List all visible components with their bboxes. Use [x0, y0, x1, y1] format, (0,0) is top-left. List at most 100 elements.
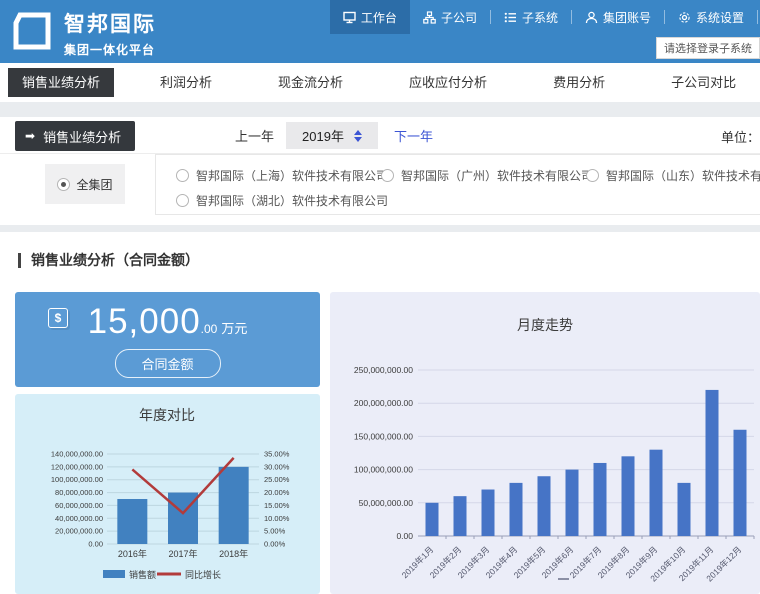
filter-row-year: ➡ 销售业绩分析 上一年 2019年 下一年 单位： [0, 117, 760, 154]
svg-text:月度走势: 月度走势 [517, 317, 573, 333]
section-button[interactable]: ➡ 销售业绩分析 [15, 121, 135, 151]
company-radio-shanghai[interactable]: 智邦国际（上海）软件技术有限公司 [176, 167, 381, 184]
tab-cashflow[interactable]: 现金流分析 [258, 68, 363, 97]
filter-row-scope: 全集团 智邦国际（上海）软件技术有限公司 智邦国际（广州）软件技术有限公司 智邦… [0, 154, 760, 224]
section-title: 销售业绩分析（合同金额） [18, 250, 199, 270]
nav-label: 系统设置 [696, 9, 744, 26]
svg-text:80,000,000.00: 80,000,000.00 [55, 488, 103, 497]
company-row: 智邦国际（上海）软件技术有限公司 智邦国际（广州）软件技术有限公司 智邦国际（山… [176, 167, 760, 184]
title-tick-bar [18, 253, 21, 268]
svg-text:50,000,000.00: 50,000,000.00 [359, 498, 414, 508]
svg-text:100,000,000.00: 100,000,000.00 [354, 465, 413, 475]
company-label: 智邦国际（上海）软件技术有限公司 [196, 167, 388, 184]
nav-item-subsidiary[interactable]: 子公司 [410, 0, 490, 34]
svg-text:20,000,000.00: 20,000,000.00 [55, 527, 103, 536]
svg-text:100,000,000.00: 100,000,000.00 [51, 475, 103, 484]
subsystem-icon [504, 11, 517, 24]
tab-expense[interactable]: 费用分析 [533, 68, 625, 97]
subsidiary-icon [423, 11, 436, 24]
company-label: 智邦国际（湖北）软件技术有限公司 [196, 192, 388, 209]
unit-label: 单位： [721, 127, 760, 146]
radio-icon [381, 169, 394, 182]
tab-receivable-payable[interactable]: 应收应付分析 [389, 68, 507, 97]
monthly-trend-chart: 月度走势 0.00 50,000,000.00 100,000,000.00 150,0… [330, 292, 760, 594]
year-navigation: 上一年 2019年 下一年 [235, 122, 433, 149]
svg-text:150,000,000.00: 150,000,000.00 [354, 431, 413, 441]
svg-text:销售额: 销售额 [129, 569, 156, 580]
app-window: 智邦国际 集团一体化平台 工作台 子公司 [0, 0, 760, 594]
nav-item-group-account[interactable]: 集团账号 [572, 0, 664, 34]
header: 智邦国际 集团一体化平台 工作台 子公司 [0, 0, 760, 63]
tab-subsidiary-compare[interactable]: 子公司对比 [651, 68, 756, 97]
brand-subtitle: 集团一体化平台 [64, 41, 156, 58]
svg-text:30.00%: 30.00% [264, 462, 290, 471]
year-select-value: 2019年 [302, 126, 344, 145]
svg-text:0.00%: 0.00% [264, 540, 286, 549]
annual-comparison-chart: 年度对比 0.00 20,000,000.00 40,000,000.00 60,000… [15, 394, 320, 594]
svg-text:5.00%: 5.00% [264, 527, 286, 536]
settings-gear-icon [678, 11, 691, 24]
company-radio-guangzhou[interactable]: 智邦国际（广州）软件技术有限公司 [381, 167, 586, 184]
filter-panel: ➡ 销售业绩分析 上一年 2019年 下一年 单位： 全集团 [0, 117, 760, 225]
section-button-label: 销售业绩分析 [43, 127, 121, 146]
nav-label: 子系统 [522, 9, 558, 26]
login-subsystem-button[interactable]: 请选择登录子系统 [656, 37, 760, 59]
brand-text: 智邦国际 集团一体化平台 [64, 8, 156, 58]
company-radio-hubei[interactable]: 智邦国际（湖北）软件技术有限公司 [176, 192, 381, 209]
section-title-text: 销售业绩分析（合同金额） [31, 250, 199, 270]
svg-text:120,000,000.00: 120,000,000.00 [51, 462, 103, 471]
nav-label: 集团账号 [603, 9, 651, 26]
company-radio-group: 智邦国际（上海）软件技术有限公司 智邦国际（广州）软件技术有限公司 智邦国际（山… [155, 154, 760, 215]
contract-amount-card: $ 15,000.00万元 合同金额 [15, 292, 320, 387]
radio-icon [176, 194, 189, 207]
svg-text:0.00: 0.00 [88, 540, 103, 549]
svg-text:同比增长: 同比增长 [185, 569, 221, 580]
spinner-updown-icon[interactable] [354, 130, 362, 142]
tab-profit[interactable]: 利润分析 [140, 68, 232, 97]
svg-text:15.00%: 15.00% [264, 501, 290, 510]
svg-text:140,000,000.00: 140,000,000.00 [51, 450, 103, 459]
logo-icon [10, 11, 52, 55]
next-year-link[interactable]: 下一年 [394, 126, 433, 145]
svg-text:2018年: 2018年 [219, 548, 248, 559]
radio-icon [176, 169, 189, 182]
top-nav: 工作台 子公司 子系统 集团账号 [330, 0, 758, 34]
prev-year-link[interactable]: 上一年 [235, 126, 274, 145]
svg-text:年度对比: 年度对比 [139, 407, 195, 423]
nav-item-workbench[interactable]: 工作台 [330, 0, 410, 34]
brand: 智邦国际 集团一体化平台 [10, 8, 156, 58]
svg-text:250,000,000.00: 250,000,000.00 [354, 365, 413, 375]
brand-title: 智邦国际 [64, 8, 156, 38]
arrow-right-icon: ➡ [25, 129, 35, 143]
contract-amount-button[interactable]: 合同金额 [114, 349, 220, 378]
nav-label: 工作台 [361, 9, 397, 26]
svg-text:60,000,000.00: 60,000,000.00 [55, 501, 103, 510]
contract-amount-value: 15,000.00万元 [15, 302, 320, 342]
year-select[interactable]: 2019年 [286, 122, 378, 149]
company-label: 智邦国际（山东）软件技术有限公司 [606, 167, 760, 184]
main-content: 销售业绩分析（合同金额） $ 15,000.00万元 合同金额 年度对比 0.00… [0, 232, 760, 594]
svg-text:40,000,000.00: 40,000,000.00 [55, 514, 103, 523]
nav-separator [757, 10, 758, 24]
svg-text:20.00%: 20.00% [264, 488, 290, 497]
nav-item-subsystem[interactable]: 子系统 [491, 0, 571, 34]
nav-item-settings[interactable]: 系统设置 [665, 0, 757, 34]
radio-icon [586, 169, 599, 182]
company-radio-shandong[interactable]: 智邦国际（山东）软件技术有限公司 [586, 167, 760, 184]
svg-text:10.00%: 10.00% [264, 514, 290, 523]
svg-text:35.00%: 35.00% [264, 450, 290, 459]
company-label: 智邦国际（广州）软件技术有限公司 [401, 167, 593, 184]
company-row: 智邦国际（湖北）软件技术有限公司 [176, 192, 760, 209]
svg-text:2017年: 2017年 [168, 548, 197, 559]
svg-text:0.00: 0.00 [396, 531, 413, 541]
workbench-icon [343, 11, 356, 24]
svg-text:200,000,000.00: 200,000,000.00 [354, 398, 413, 408]
radio-selected-icon [57, 178, 70, 191]
svg-text:2016年: 2016年 [118, 548, 147, 559]
tab-bar: 销售业绩分析 利润分析 现金流分析 应收应付分析 费用分析 子公司对比 [0, 63, 760, 102]
nav-label: 子公司 [441, 9, 477, 26]
tab-sales-performance[interactable]: 销售业绩分析 [8, 68, 114, 97]
scope-radio-all-group[interactable]: 全集团 [45, 164, 125, 204]
scope-radio-label: 全集团 [76, 176, 112, 193]
group-account-icon [585, 11, 598, 24]
